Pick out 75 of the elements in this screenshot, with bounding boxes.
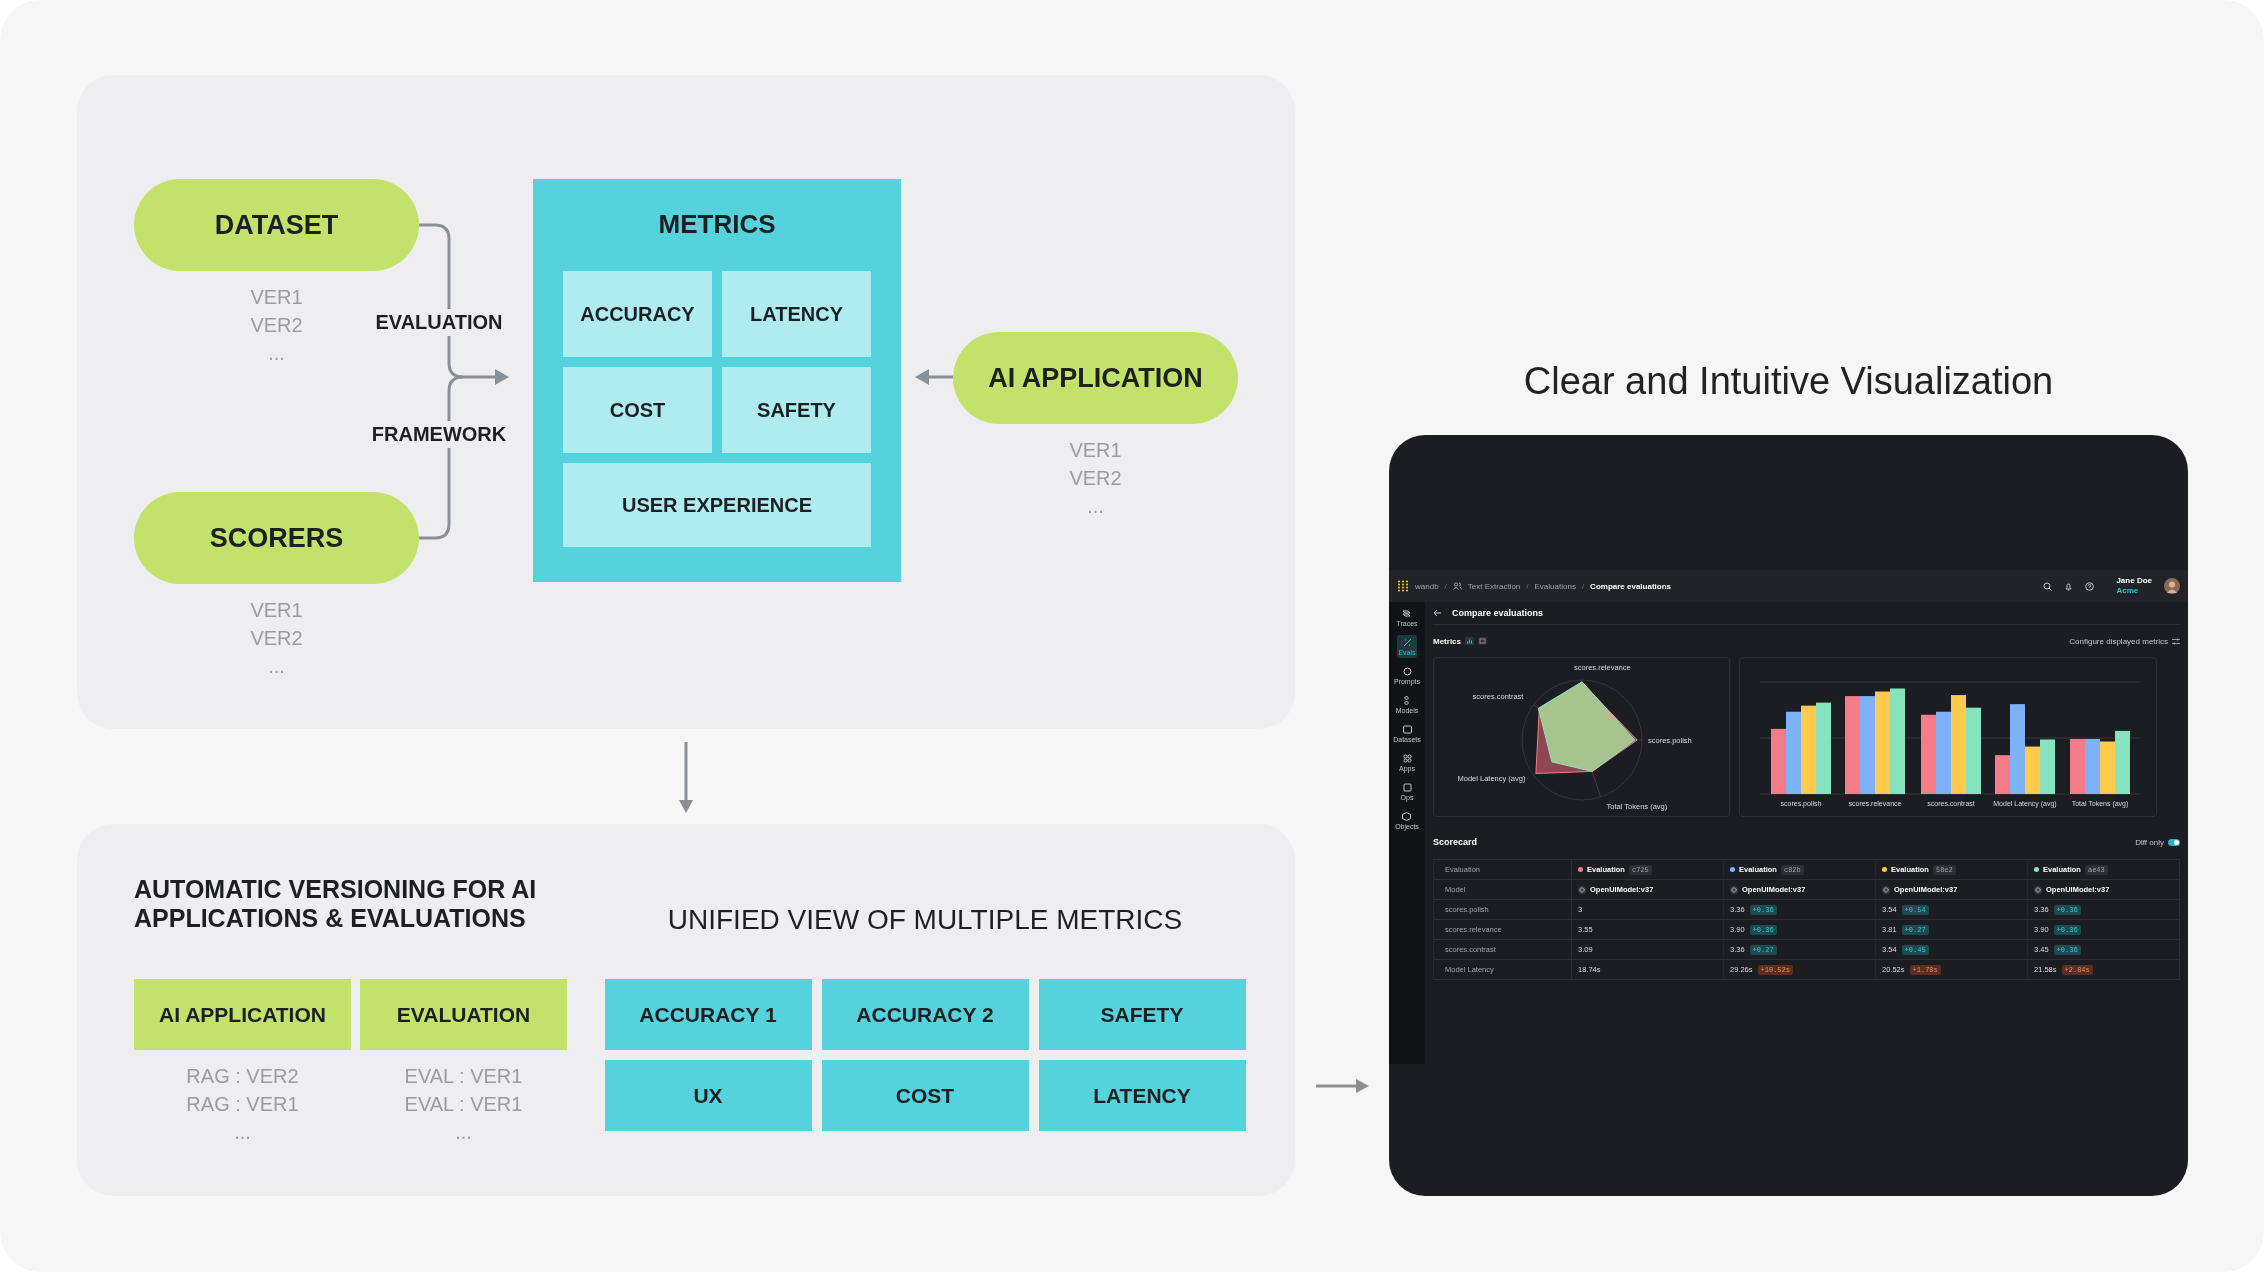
bar: [2070, 739, 2085, 794]
section-title: Scorecard: [1433, 837, 1478, 847]
metric-tile: LATENCY: [722, 271, 871, 357]
right-arrow: [1314, 1078, 1370, 1094]
section-heading: AUTOMATIC VERSIONING FOR AI APPLICATIONS & EVALUATIONS: [134, 875, 538, 934]
version-label: ...: [268, 654, 285, 679]
toggle-switch[interactable]: [2168, 838, 2180, 846]
version-label: RAG : VER1: [186, 1092, 299, 1117]
section-heading: UNIFIED VIEW OF MULTIPLE METRICS: [667, 903, 1183, 937]
grid-icon: [1401, 753, 1413, 764]
version-label: VER2: [1069, 466, 1122, 491]
separator: /: [1581, 581, 1585, 591]
metric-tile: USER EXPERIENCE: [563, 463, 871, 547]
breadcrumb-link[interactable]: Compare evaluations: [1590, 581, 1672, 591]
connector-label: FRAMEWORK: [371, 421, 507, 448]
metric-tile: LATENCY: [1038, 1060, 1246, 1131]
metric-tile: COST: [821, 1060, 1029, 1131]
version-label: VER1: [250, 598, 303, 623]
bar: [2100, 741, 2115, 794]
arrow: [915, 369, 953, 385]
source-pill: SCORERS: [134, 492, 419, 584]
org-name: Acme: [2116, 586, 2140, 596]
connector-label: EVALUATION: [375, 309, 503, 336]
breadcrumb-link[interactable]: wandb: [1415, 581, 1439, 591]
metric-tile: ACCURACY 1: [604, 979, 812, 1050]
square-icon: [1401, 782, 1413, 793]
help-icon[interactable]: [2085, 581, 2095, 591]
version-label: ...: [455, 1120, 472, 1145]
page-title: Compare evaluations: [1452, 608, 1544, 618]
version-label: ...: [268, 341, 285, 366]
version-box: AI APPLICATION: [134, 979, 351, 1050]
separator: /: [1526, 581, 1529, 591]
visualization-title: Clear and Intuitive Visualization: [1523, 359, 2054, 404]
metric-tile: COST: [563, 367, 712, 453]
toggle-label: Diff only: [2135, 837, 2164, 847]
bell-icon[interactable]: [2064, 581, 2074, 591]
version-label: EVAL : VER1: [404, 1064, 523, 1089]
bar: [2085, 739, 2100, 794]
sliders-icon[interactable]: [2172, 637, 2180, 645]
bar: [2115, 730, 2130, 794]
search-icon[interactable]: [2043, 581, 2053, 591]
version-label: VER2: [250, 313, 303, 338]
table-icon: [1401, 724, 1413, 735]
configure-link[interactable]: Configure displayed metrics: [2069, 636, 2168, 646]
breadcrumb-link[interactable]: Text Extraction: [1467, 581, 1521, 591]
stack-icon: [1401, 608, 1413, 619]
version-label: VER2: [250, 626, 303, 651]
percent-icon: [1401, 637, 1413, 648]
people-icon: [1452, 582, 1462, 590]
back-arrow-icon[interactable]: [1433, 609, 1442, 617]
separator: /: [1444, 581, 1447, 591]
metrics-title: METRICS: [657, 208, 777, 241]
bar: [1771, 728, 1786, 794]
metric-tile: SAFETY: [1038, 979, 1246, 1050]
metric-tile: ACCURACY 2: [821, 979, 1029, 1050]
bar: [2040, 739, 2055, 794]
metric-tile: ACCURACY: [563, 271, 712, 357]
chart-view-icon[interactable]: [1465, 637, 1474, 645]
version-label: ...: [234, 1120, 251, 1145]
version-label: VER1: [1069, 438, 1122, 463]
version-label: ...: [1087, 494, 1104, 519]
version-label: VER1: [250, 285, 303, 310]
version-label: RAG : VER2: [186, 1064, 299, 1089]
section-title: Metrics: [1433, 636, 1461, 646]
metric-tile: SAFETY: [722, 367, 871, 453]
user-name: Jane Doe: [2116, 576, 2152, 586]
application-pill: AI APPLICATION: [953, 332, 1238, 424]
metric-tile: UX: [604, 1060, 812, 1131]
version-label: EVAL : VER1: [404, 1092, 523, 1117]
source-pill: DATASET: [134, 179, 419, 271]
version-box: EVALUATION: [360, 979, 567, 1050]
logo-icon: [1397, 580, 1409, 592]
avatar[interactable]: [2164, 578, 2180, 594]
table-view-icon[interactable]: [1478, 637, 1487, 645]
breadcrumb-link[interactable]: Evaluations: [1534, 581, 1576, 591]
